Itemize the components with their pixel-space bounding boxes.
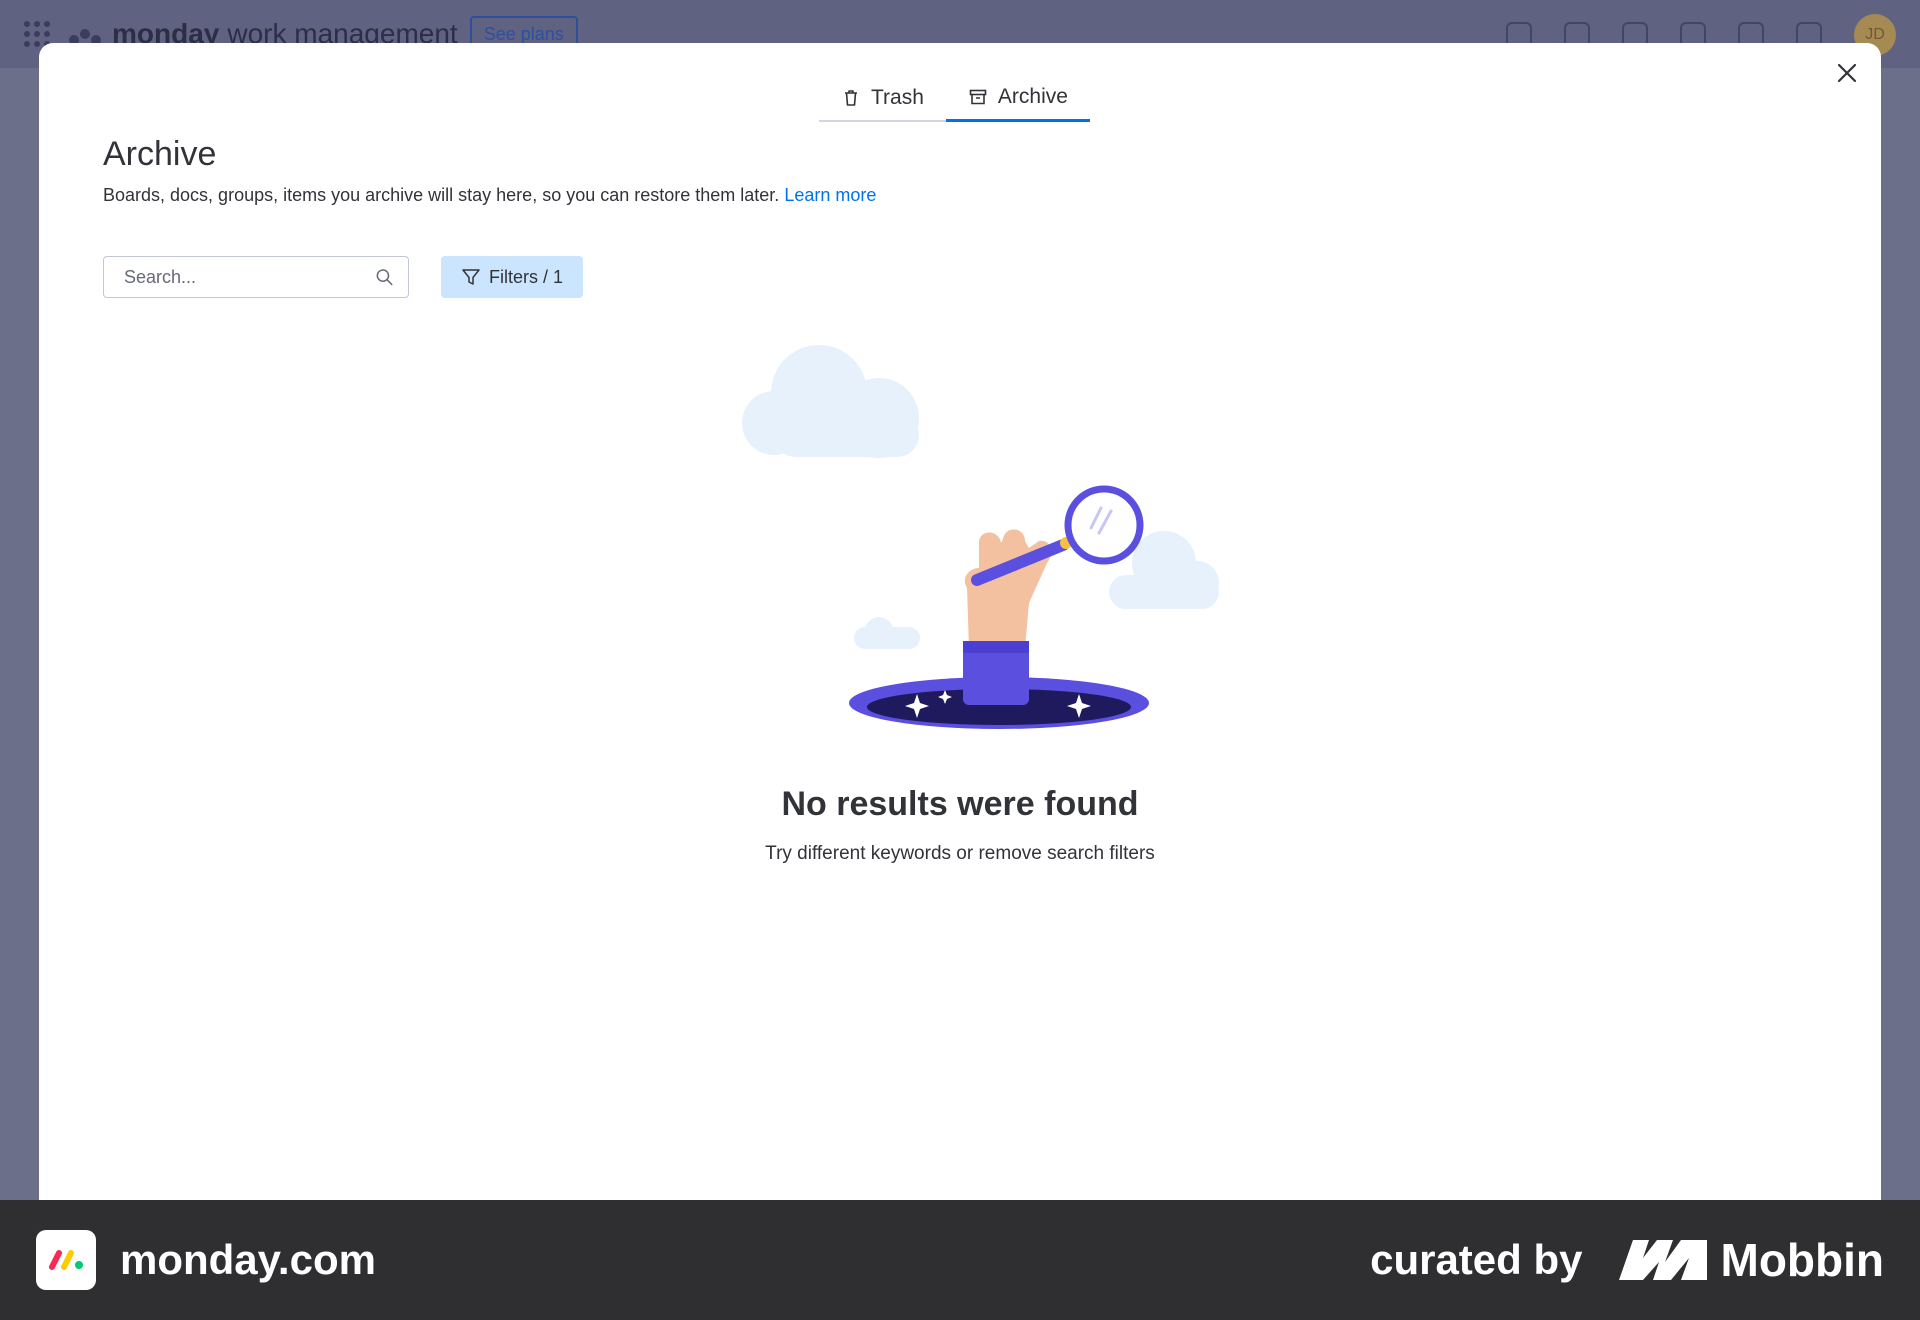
- mobbin-logo: Mobbin: [1618, 1233, 1885, 1287]
- close-icon: [1837, 63, 1857, 83]
- search-box: [103, 256, 409, 298]
- empty-state-illustration: [742, 345, 1219, 729]
- curated-by-label: curated by: [1370, 1236, 1583, 1283]
- empty-state-title: No results were found: [781, 785, 1139, 823]
- mobbin-mark-icon: [1618, 1240, 1707, 1280]
- tab-archive[interactable]: Archive: [945, 85, 1090, 122]
- archive-modal: Trash Archive Archive Boards, docs, grou…: [39, 43, 1881, 1200]
- filters-button[interactable]: Filters / 1: [441, 256, 584, 298]
- search-input[interactable]: [124, 266, 376, 288]
- page-title: Archive: [103, 135, 217, 173]
- page-description: Boards, docs, groups, items you archive …: [103, 185, 876, 206]
- footer-right: curated by Mobbin: [1370, 1233, 1884, 1287]
- tab-trash[interactable]: Trash: [819, 85, 946, 120]
- hand: [964, 529, 1052, 648]
- search-icon[interactable]: [375, 267, 394, 287]
- footer-brand: monday.com: [120, 1236, 376, 1283]
- cloud-left: [742, 345, 919, 458]
- mobbin-name: Mobbin: [1720, 1234, 1885, 1286]
- filters-label: Filters / 1: [489, 266, 564, 287]
- empty-state-subtitle: Try different keywords or remove search …: [765, 843, 1155, 864]
- description-text: Boards, docs, groups, items you archive …: [103, 185, 780, 205]
- footer-banner: monday.com curated by Mobbin: [0, 1200, 1920, 1320]
- tabs: Trash Archive: [819, 85, 1090, 122]
- monday-logo-icon: [36, 1230, 96, 1290]
- close-button[interactable]: [1831, 57, 1863, 89]
- cloud-small: [854, 617, 920, 649]
- archive-icon: [969, 89, 987, 105]
- tab-label: Trash: [871, 85, 924, 109]
- filter-icon: [462, 269, 480, 285]
- learn-more-link[interactable]: Learn more: [784, 185, 876, 205]
- trash-icon: [845, 89, 857, 106]
- app-switcher-icon[interactable]: [24, 21, 50, 47]
- tab-label: Archive: [997, 85, 1068, 108]
